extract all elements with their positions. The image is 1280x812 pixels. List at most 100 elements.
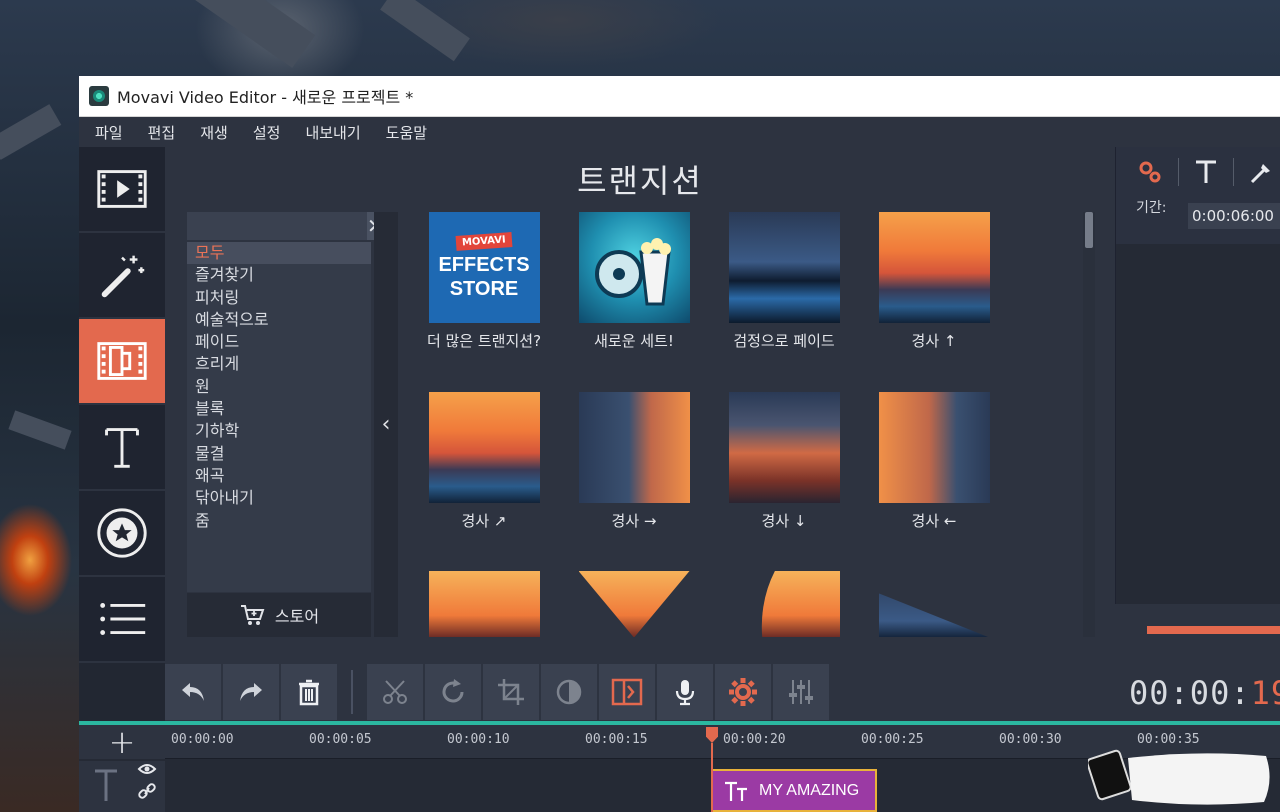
menu-edit[interactable]: 편집 bbox=[148, 122, 176, 143]
search-input[interactable] bbox=[191, 218, 367, 234]
color-adjust-button[interactable] bbox=[541, 664, 597, 720]
gears-icon[interactable] bbox=[1136, 158, 1164, 186]
tick-label: 00:00:20 bbox=[723, 732, 786, 747]
tool-stickers[interactable] bbox=[79, 491, 165, 577]
crop-icon bbox=[498, 679, 524, 705]
transition-tile[interactable]: 검정으로 페이드 bbox=[709, 212, 859, 349]
crop-button[interactable] bbox=[483, 664, 539, 720]
transition-tile[interactable] bbox=[859, 571, 1009, 637]
category-item[interactable]: 모두 bbox=[187, 242, 371, 265]
tool-transitions[interactable] bbox=[79, 319, 165, 405]
title-bar: Movavi Video Editor - 새로운 프로젝트 * bbox=[79, 76, 1280, 117]
clip-properties-button[interactable] bbox=[715, 664, 771, 720]
transition-tile[interactable]: 경사 ← bbox=[859, 392, 1009, 529]
tick-label: 00:00:05 bbox=[309, 732, 372, 747]
menu-help[interactable]: 도움말 bbox=[386, 122, 427, 143]
list-icon bbox=[100, 603, 146, 635]
tile-label: 경사 ↑ bbox=[911, 332, 957, 350]
transition-tile[interactable] bbox=[709, 571, 859, 637]
category-item[interactable]: 줌 bbox=[187, 510, 371, 532]
transition-tile[interactable]: 경사 ↓ bbox=[709, 392, 859, 529]
transition-thumbnail bbox=[878, 392, 990, 503]
panel-title: 트랜지션 bbox=[577, 162, 703, 200]
film-reel-popcorn-icon bbox=[594, 238, 671, 306]
tool-import-media[interactable] bbox=[79, 147, 165, 233]
equalizer-button[interactable] bbox=[773, 664, 829, 720]
category-item[interactable]: 닦아내기 bbox=[187, 487, 371, 509]
category-item[interactable]: 즐겨찾기 bbox=[187, 264, 371, 286]
video-preview[interactable] bbox=[1115, 244, 1280, 604]
eyedropper-icon[interactable] bbox=[1248, 158, 1274, 186]
link-icon[interactable] bbox=[137, 783, 157, 799]
tool-more[interactable] bbox=[79, 577, 165, 663]
store-text: EFFECTS STORE bbox=[438, 254, 530, 300]
preview-progress-bar[interactable] bbox=[1147, 626, 1280, 634]
category-list: 모두 즐겨찾기 피처링 예술적으로 페이드 흐리게 원 블록 기하학 물결 왜곡… bbox=[187, 242, 371, 592]
transition-tile[interactable]: 경사 → bbox=[559, 392, 709, 529]
redo-icon bbox=[240, 683, 262, 701]
rotate-icon bbox=[442, 679, 464, 703]
title-clip[interactable]: MY AMAZING bbox=[711, 769, 877, 812]
title-track-controls bbox=[79, 761, 165, 812]
category-item[interactable]: 블록 bbox=[187, 398, 371, 420]
app-window: Movavi Video Editor - 새로운 프로젝트 * 파일 편집 재… bbox=[79, 76, 1280, 812]
store-button[interactable]: 스토어 bbox=[187, 593, 371, 637]
category-item[interactable]: 기하학 bbox=[187, 420, 371, 442]
transition-icon bbox=[611, 678, 643, 706]
category-item[interactable]: 피처링 bbox=[187, 287, 371, 309]
menu-playback[interactable]: 재생 bbox=[200, 122, 228, 143]
tile-label: 검정으로 페이드 bbox=[733, 332, 835, 350]
tile-label: 경사 ↓ bbox=[761, 512, 807, 530]
cut-button[interactable] bbox=[367, 664, 423, 720]
delete-button[interactable] bbox=[281, 664, 337, 720]
add-track-button[interactable]: + bbox=[79, 723, 165, 761]
title-clip-icon bbox=[725, 781, 747, 801]
transition-thumbnail bbox=[878, 593, 990, 637]
sliders-icon bbox=[789, 680, 813, 704]
menu-settings[interactable]: 설정 bbox=[253, 122, 281, 143]
contrast-icon bbox=[556, 679, 582, 705]
tile-label: 경사 ← bbox=[911, 512, 957, 530]
duration-label: 기간: bbox=[1136, 200, 1167, 216]
new-set-thumbnail bbox=[578, 212, 690, 323]
redo-button[interactable] bbox=[223, 664, 279, 720]
category-item[interactable]: 예술적으로 bbox=[187, 309, 371, 331]
tool-titles[interactable] bbox=[79, 405, 165, 491]
transition-tile[interactable] bbox=[409, 571, 559, 637]
transition-tile[interactable]: 경사 ↗ bbox=[409, 392, 559, 529]
transition-wizard-button[interactable] bbox=[599, 664, 655, 720]
scroll-thumb[interactable] bbox=[1085, 212, 1093, 248]
category-item[interactable]: 흐리게 bbox=[187, 353, 371, 375]
menu-file[interactable]: 파일 bbox=[95, 122, 123, 143]
menu-export[interactable]: 내보내기 bbox=[305, 122, 360, 143]
transition-thumbnail bbox=[428, 392, 540, 503]
category-item[interactable]: 왜곡 bbox=[187, 465, 371, 487]
transition-tile[interactable]: MOVAVI EFFECTS STORE 더 많은 트랜지션? bbox=[409, 212, 559, 349]
time-frame: 19 bbox=[1250, 674, 1280, 712]
transition-tile[interactable] bbox=[559, 571, 709, 637]
plus-icon: + bbox=[108, 723, 136, 761]
grid-scrollbar[interactable] bbox=[1083, 212, 1095, 637]
tool-filters[interactable] bbox=[79, 233, 165, 319]
text-T-icon[interactable] bbox=[1193, 158, 1219, 186]
collapse-panel-button[interactable]: ‹ bbox=[374, 212, 398, 637]
transition-tile[interactable]: 경사 ↑ bbox=[859, 212, 1009, 349]
time-readout: 00:00:19 bbox=[1129, 674, 1280, 712]
transition-thumbnail bbox=[578, 571, 690, 637]
tile-label: 새로운 세트! bbox=[594, 332, 674, 350]
duration-field[interactable]: 0:00:06:00 bbox=[1188, 203, 1280, 229]
tick-label: 00:00:10 bbox=[447, 732, 510, 747]
category-item[interactable]: 페이드 bbox=[187, 331, 371, 353]
trash-icon bbox=[299, 679, 319, 706]
transition-grid: MOVAVI EFFECTS STORE 더 많은 트랜지션? 새로운 세트! … bbox=[409, 212, 1069, 637]
category-item[interactable]: 물결 bbox=[187, 443, 371, 465]
record-audio-button[interactable] bbox=[657, 664, 713, 720]
category-item[interactable]: 원 bbox=[187, 376, 371, 398]
undo-button[interactable] bbox=[165, 664, 221, 720]
clip-label: MY AMAZING bbox=[759, 781, 860, 799]
eye-icon[interactable] bbox=[137, 761, 157, 777]
tile-label: 더 많은 트랜지션? bbox=[426, 332, 542, 350]
transition-tile[interactable]: 새로운 세트! bbox=[559, 212, 709, 349]
rotate-button[interactable] bbox=[425, 664, 481, 720]
chevron-left-icon: ‹ bbox=[381, 412, 391, 437]
